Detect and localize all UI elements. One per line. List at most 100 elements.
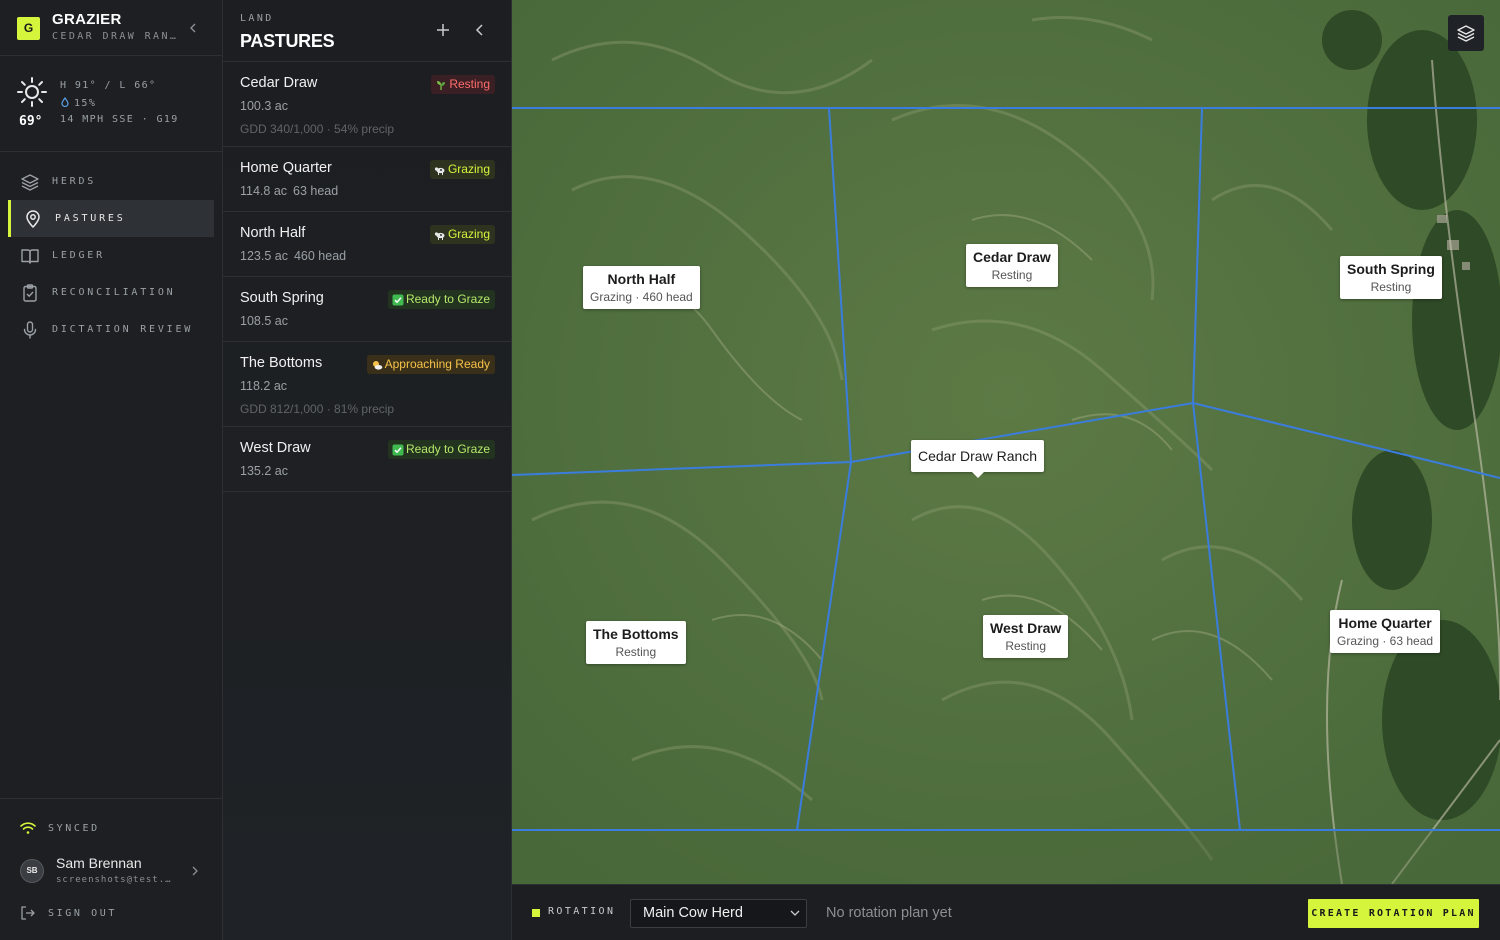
pasture-map-label[interactable]: The Bottoms Resting: [586, 621, 686, 664]
pasture-map-label-status: Resting: [615, 645, 657, 659]
ranch-name: CEDAR DRAW RANCH: [52, 31, 182, 42]
nav-item-pastures[interactable]: PASTURES: [8, 200, 214, 237]
rotation-plan-status: No rotation plan yet: [826, 905, 952, 921]
precipitation-value: 15%: [74, 98, 97, 109]
collapse-panel-icon[interactable]: [473, 22, 487, 38]
layers-icon: [1457, 25, 1475, 42]
rotation-indicator: [532, 909, 540, 917]
brand-header: G GRAZIER CEDAR DRAW RANCH: [0, 0, 222, 56]
pasture-list-item[interactable]: South Spring 108.5 ac Ready to Graze: [223, 277, 512, 342]
sun-cloud-icon: [372, 360, 382, 370]
status-badge: Grazing: [429, 225, 495, 244]
status-label: Resting: [449, 77, 490, 91]
pasture-map-label[interactable]: South Spring Resting: [1340, 256, 1442, 299]
pasture-acres: 123.5 ac: [240, 249, 288, 263]
nav-item-herds[interactable]: HERDS: [0, 163, 222, 200]
pasture-map-label-name: North Half: [607, 271, 676, 287]
status-badge: Ready to Graze: [387, 440, 495, 459]
sidebar-footer: SYNCED SB Sam Brennan screenshots@test.d…: [0, 798, 222, 940]
pasture-gdd: GDD 340/1,000 · 54% precip: [240, 122, 395, 136]
status-label: Grazing: [447, 162, 490, 176]
herd-select-value: Main Cow Herd: [643, 905, 743, 921]
sidebar: G GRAZIER CEDAR DRAW RANCH 69° H 91° / L…: [0, 0, 223, 940]
sign-out-button[interactable]: SIGN OUT: [20, 905, 117, 921]
ranch-marker-label[interactable]: Cedar Draw Ranch: [911, 440, 1045, 478]
pasture-meta: 100.3 ac: [240, 99, 495, 113]
pasture-acres: 114.8 ac: [240, 184, 288, 198]
brand-logo: G: [17, 17, 40, 40]
collapse-sidebar-icon[interactable]: [186, 20, 200, 36]
cow-icon: [434, 231, 445, 240]
high-low-temperature: H 91° / L 66°: [60, 80, 157, 91]
pasture-map-label-name: The Bottoms: [593, 626, 679, 642]
nav-item-reconciliation[interactable]: RECONCILIATION: [0, 274, 222, 311]
pasture-map-label[interactable]: West Draw Resting: [983, 615, 1069, 658]
pasture-map-label[interactable]: Cedar Draw Resting: [966, 244, 1058, 287]
pasture-meta: 135.2 ac: [240, 464, 495, 478]
cow-icon: [434, 166, 445, 175]
pasture-list-item[interactable]: West Draw 135.2 ac Ready to Graze: [223, 427, 512, 492]
sync-label: SYNCED: [48, 822, 100, 834]
wind-readout: 14 MPH SSE · G19: [60, 114, 179, 125]
status-label: Ready to Graze: [405, 442, 490, 456]
map-view[interactable]: Cedar Draw Ranch North Half Grazing · 46…: [512, 0, 1500, 884]
nav-item-dictation-review[interactable]: DICTATION REVIEW: [0, 311, 222, 348]
nav-label: HERDS: [52, 176, 97, 187]
chevron-right-icon: [192, 866, 198, 876]
pasture-list-item[interactable]: North Half 123.5 ac 460 head Grazing: [223, 212, 512, 277]
sun-icon: [17, 77, 47, 107]
pasture-map-label-status: Grazing · 63 head: [1337, 634, 1434, 648]
pasture-map-label-status: Resting: [1005, 639, 1046, 653]
chevron-down-icon: [790, 910, 800, 916]
pasture-list: Cedar Draw 100.3 ac GDD 340/1,000 · 54% pr…: [223, 62, 512, 492]
raindrop-icon: [61, 97, 69, 107]
avatar: SB: [20, 859, 44, 883]
panel-header: LAND PASTURES: [223, 0, 512, 62]
rotation-bar: ROTATION Main Cow Herd No rotation plan …: [512, 884, 1500, 940]
pasture-acres: 108.5 ac: [240, 314, 288, 328]
pasture-map-label-name: Cedar Draw: [973, 249, 1051, 265]
book-icon: [21, 248, 39, 264]
pasture-head-count: 63 head: [293, 184, 339, 198]
status-label: Approaching Ready: [384, 357, 490, 371]
layers-icon: [21, 173, 39, 191]
pasture-meta: 123.5 ac 460 head: [240, 249, 495, 263]
current-temperature: 69°: [19, 114, 43, 129]
nav-label: DICTATION REVIEW: [52, 324, 194, 335]
pasture-map-label[interactable]: Home Quarter Grazing · 63 head: [1330, 610, 1441, 653]
pasture-list-item[interactable]: Home Quarter 114.8 ac 63 head Grazing: [223, 147, 512, 212]
sync-status: SYNCED: [20, 821, 100, 835]
sign-out-icon: [21, 906, 35, 920]
add-pasture-icon[interactable]: [435, 22, 451, 38]
nav-item-ledger[interactable]: LEDGER: [0, 237, 222, 274]
rotation-label: ROTATION: [548, 906, 616, 917]
map-layers-button[interactable]: [1448, 15, 1484, 51]
sprout-icon: [437, 80, 446, 90]
panel-kicker: LAND: [240, 13, 274, 24]
status-badge: Grazing: [429, 160, 495, 179]
check-box-icon: [392, 444, 404, 455]
pasture-list-item[interactable]: The Bottoms 118.2 ac GDD 812/1,000 · 81% p…: [223, 342, 512, 427]
app-name: GRAZIER: [52, 11, 122, 28]
wifi-icon: [20, 822, 36, 834]
user-name: Sam Brennan: [56, 855, 142, 871]
create-rotation-plan-button[interactable]: CREATE ROTATION PLAN: [1308, 899, 1479, 928]
status-badge: Ready to Graze: [387, 290, 495, 309]
precipitation-chance: 15%: [60, 97, 96, 109]
pasture-list-item[interactable]: Cedar Draw 100.3 ac GDD 340/1,000 · 54% pr…: [223, 62, 512, 147]
check-box-icon: [392, 294, 404, 305]
herd-select[interactable]: Main Cow Herd: [630, 899, 807, 928]
pasture-map-label-name: Home Quarter: [1338, 615, 1432, 631]
pasture-map-label[interactable]: North Half Grazing · 460 head: [583, 266, 700, 309]
panel-title: PASTURES: [240, 31, 335, 51]
pasture-head-count: 460 head: [293, 249, 347, 263]
user-account[interactable]: SB Sam Brennan screenshots@test.dev: [20, 855, 210, 891]
pasture-acres: 135.2 ac: [240, 464, 288, 478]
pasture-map-label-name: South Spring: [1347, 261, 1435, 277]
pasture-acres: 100.3 ac: [240, 99, 288, 113]
status-badge: Approaching Ready: [366, 355, 495, 374]
nav-label: LEDGER: [52, 250, 105, 261]
microphone-icon: [23, 320, 37, 339]
pasture-meta: 114.8 ac 63 head: [240, 184, 495, 198]
clipboard-check-icon: [23, 283, 37, 302]
